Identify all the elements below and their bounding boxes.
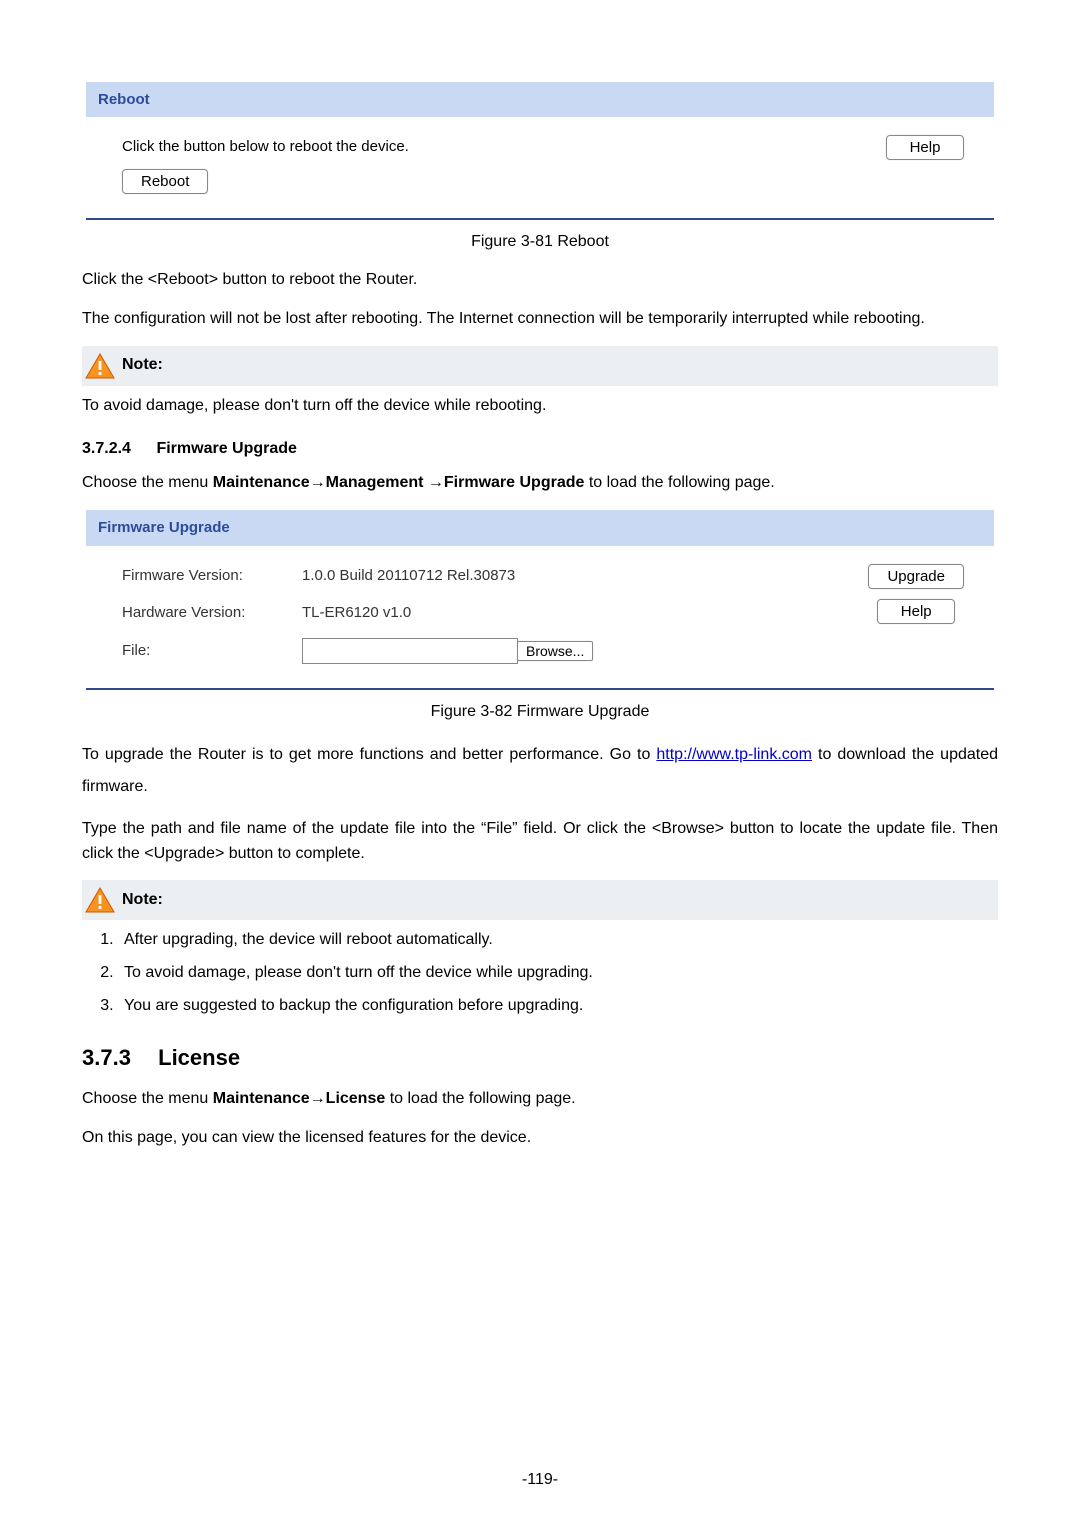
firmware-upgrade-panel: Firmware Upgrade Firmware Version: 1.0.0… — [86, 510, 994, 690]
note-label: Note: — [122, 353, 163, 378]
note-bar-1: Note: — [82, 346, 998, 386]
help-button[interactable]: Help — [886, 135, 964, 160]
warning-icon — [84, 886, 116, 914]
note-label: Note: — [122, 888, 163, 913]
page-number: -119- — [0, 1468, 1080, 1493]
upgrade-button[interactable]: Upgrade — [868, 564, 964, 589]
firmware-panel-title: Firmware Upgrade — [86, 510, 994, 545]
text-span: Choose the menu — [82, 474, 213, 491]
text-span: to load the following page. — [385, 1090, 575, 1107]
list-item: To avoid damage, please don't turn off t… — [118, 961, 998, 986]
note-2-list: After upgrading, the device will reboot … — [118, 928, 998, 1018]
figure-81-caption: Figure 3-81 Reboot — [82, 230, 998, 255]
paragraph-reboot-click: Click the <Reboot> button to reboot the … — [82, 268, 998, 293]
list-item: You are suggested to backup the configur… — [118, 994, 998, 1019]
paragraph-reboot-config: The configuration will not be lost after… — [82, 307, 998, 332]
tplink-link[interactable]: http://www.tp-link.com — [656, 746, 812, 763]
text-span: To upgrade the Router is to get more fun… — [82, 746, 656, 763]
hardware-version-label: Hardware Version: — [122, 601, 302, 624]
figure-82-caption: Figure 3-82 Firmware Upgrade — [82, 700, 998, 725]
reboot-instruction: Click the button below to reboot the dev… — [122, 135, 862, 158]
reboot-panel: Reboot Click the button below to reboot … — [86, 82, 994, 220]
help-button[interactable]: Help — [877, 599, 955, 624]
firmware-version-label: Firmware Version: — [122, 564, 302, 587]
reboot-panel-title: Reboot — [86, 82, 994, 117]
note-bar-2: Note: — [82, 880, 998, 920]
text-span: to load the following page. — [584, 474, 774, 491]
heading-number: 3.7.3 — [82, 1041, 152, 1075]
heading-title: License — [158, 1045, 240, 1070]
warning-icon — [84, 352, 116, 380]
text-span: Choose the menu — [82, 1090, 213, 1107]
menu-path-bold: Maintenance→Management →Firmware Upgrade — [213, 474, 585, 491]
file-label: File: — [122, 639, 302, 662]
paragraph-license-menu: Choose the menu Maintenance→License to l… — [82, 1087, 998, 1112]
paragraph-upgrade-goto: To upgrade the Router is to get more fun… — [82, 739, 998, 803]
file-input[interactable] — [302, 638, 518, 664]
hardware-version-value: TL-ER6120 v1.0 — [302, 601, 622, 624]
paragraph-upgrade-file: Type the path and file name of the updat… — [82, 817, 998, 867]
heading-title: Firmware Upgrade — [156, 440, 296, 457]
paragraph-license-view: On this page, you can view the licensed … — [82, 1126, 998, 1151]
list-item: After upgrading, the device will reboot … — [118, 928, 998, 953]
reboot-button[interactable]: Reboot — [122, 169, 208, 194]
note-1-text: To avoid damage, please don't turn off t… — [82, 394, 998, 419]
menu-path-bold: Maintenance→License — [213, 1090, 386, 1107]
heading-3-7-2-4: 3.7.2.4 Firmware Upgrade — [82, 437, 998, 462]
heading-number: 3.7.2.4 — [82, 437, 152, 462]
browse-button[interactable]: Browse... — [517, 641, 593, 661]
paragraph-firmware-menu: Choose the menu Maintenance→Management →… — [82, 471, 998, 496]
firmware-version-value: 1.0.0 Build 20110712 Rel.30873 — [302, 564, 622, 587]
heading-3-7-3: 3.7.3 License — [82, 1041, 998, 1075]
